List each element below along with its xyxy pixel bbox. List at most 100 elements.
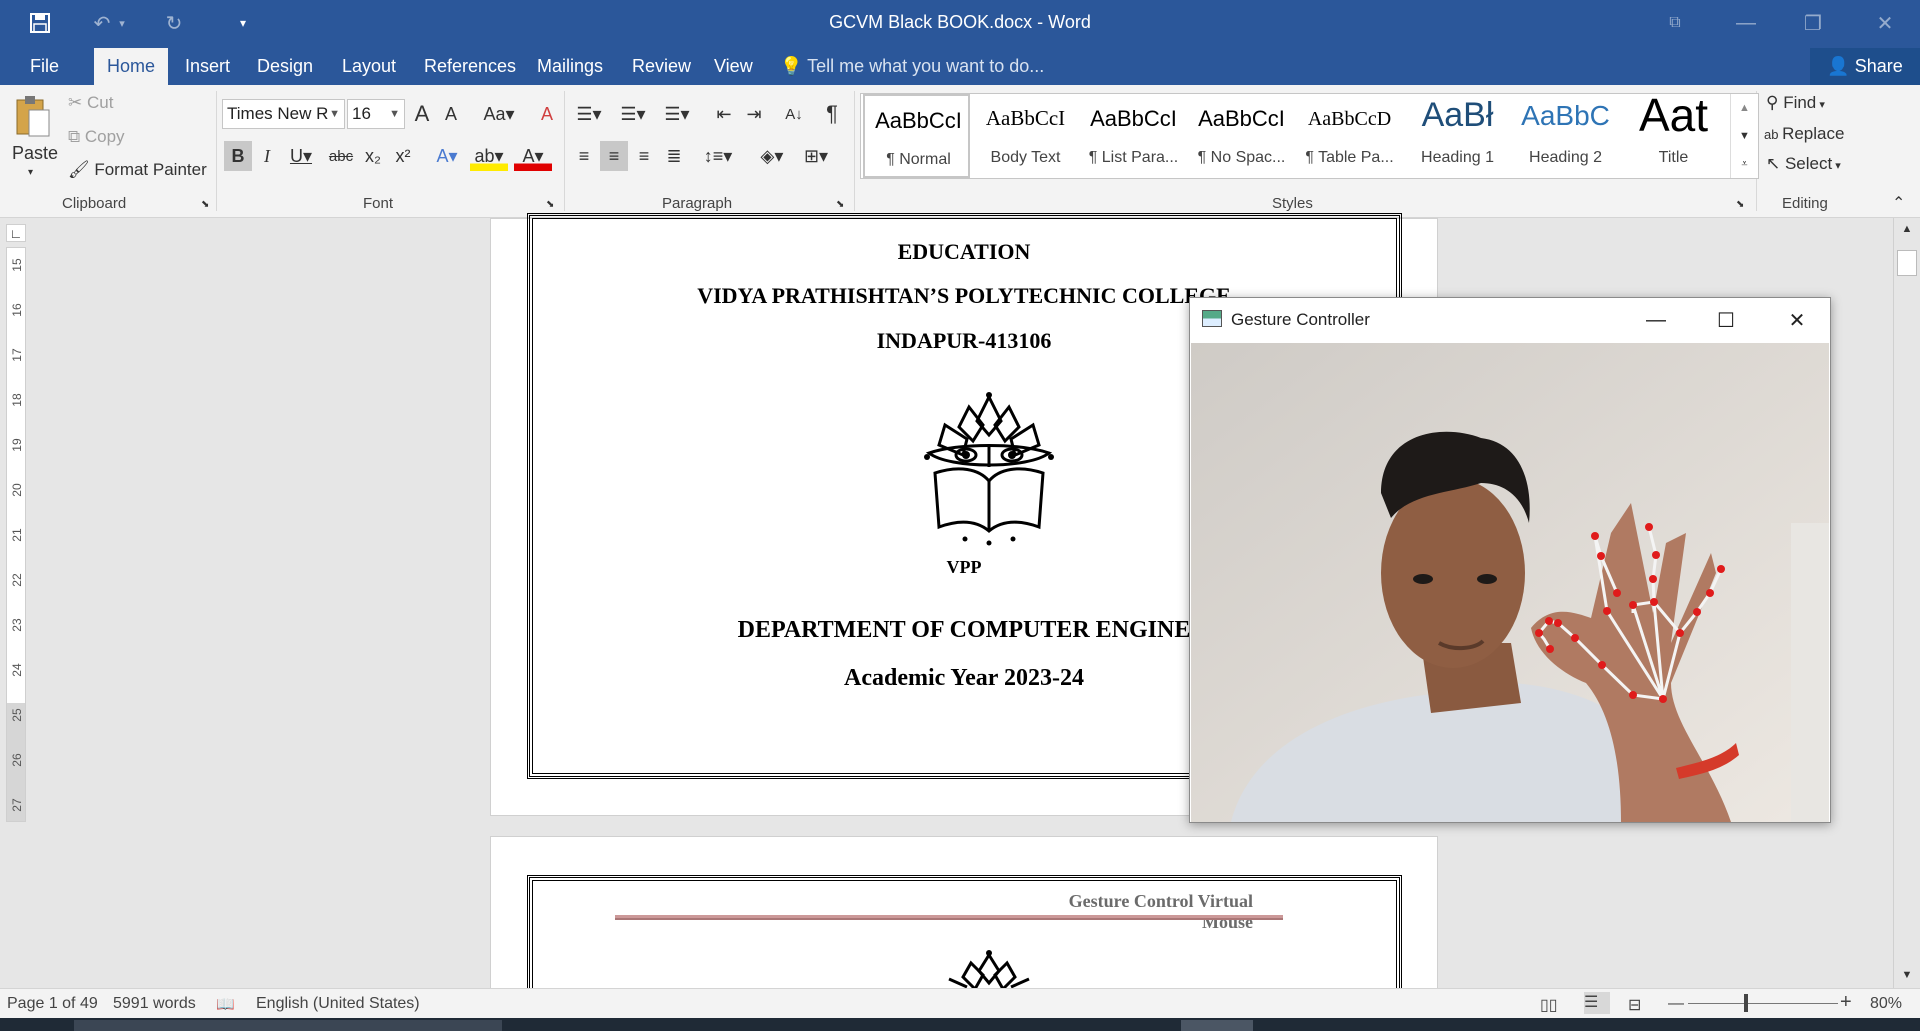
align-center-icon[interactable]: ≡	[600, 141, 628, 171]
zoom-slider[interactable]	[1688, 1003, 1838, 1004]
format-painter-button[interactable]: 🖌 Format Painter	[68, 160, 207, 180]
zoom-in-icon[interactable]: +	[1840, 991, 1852, 1014]
paste-label[interactable]: Paste	[12, 143, 58, 164]
close-icon[interactable]: ✕	[1862, 4, 1908, 42]
restore-icon[interactable]: ❐	[1790, 4, 1836, 42]
cut-button[interactable]: ✂ Cut	[68, 93, 113, 113]
grow-font-icon[interactable]: A	[408, 99, 436, 129]
align-left-icon[interactable]: ≡	[570, 141, 598, 171]
vertical-scrollbar[interactable]: ▲ ▼	[1893, 218, 1920, 988]
tab-home[interactable]: Home	[94, 48, 169, 85]
replace-button[interactable]: ab Replace	[1764, 124, 1844, 144]
styles-more-icon[interactable]: ⩡	[1730, 150, 1758, 178]
select-button[interactable]: ↖ Select ▾	[1766, 154, 1841, 174]
vertical-ruler[interactable]: 15 16 17 18 19 20 21 22 23 24 25 26 27	[6, 247, 26, 822]
read-mode-icon[interactable]: ▯▯	[1540, 995, 1558, 1015]
decrease-indent-icon[interactable]: ⇤	[710, 99, 738, 129]
multilevel-list-icon[interactable]: ☰▾	[658, 99, 696, 129]
bullets-icon[interactable]: ☰▾	[570, 99, 608, 129]
style-list-paragraph[interactable]: AaBbCcI ¶ List Para...	[1080, 94, 1187, 178]
line-spacing-icon[interactable]: ↕≡▾	[698, 141, 738, 171]
clipboard-launcher-icon[interactable]: ⬊	[201, 199, 209, 210]
increase-indent-icon[interactable]: ⇥	[740, 99, 768, 129]
language-status[interactable]: English (United States)	[256, 995, 420, 1013]
style-normal[interactable]: AaBbCcI ¶ Normal	[863, 94, 970, 178]
style-table-paragraph[interactable]: AaBbCcD ¶ Table Pa...	[1296, 94, 1403, 178]
proofing-icon[interactable]: 📖	[216, 995, 235, 1013]
tab-design[interactable]: Design	[245, 48, 325, 85]
tab-layout[interactable]: Layout	[330, 48, 408, 85]
styles-scroll-up-icon[interactable]: ▲	[1730, 94, 1758, 122]
gesture-controller-window[interactable]: Gesture Controller — ☐ ✕	[1189, 297, 1831, 823]
zoom-slider-thumb[interactable]	[1744, 994, 1748, 1012]
document-page[interactable]: Gesture Control Virtual Mouse	[490, 836, 1438, 1005]
highlight-icon[interactable]: ab▾	[470, 141, 508, 171]
justify-icon[interactable]: ≣	[660, 141, 688, 171]
italic-icon[interactable]: I	[254, 141, 280, 171]
replace-icon: ab	[1764, 127, 1783, 142]
shrink-font-icon[interactable]: A	[438, 99, 464, 129]
taskbar-item[interactable]	[74, 1020, 502, 1031]
borders-icon[interactable]: ⊞▾	[796, 141, 836, 171]
zoom-out-icon[interactable]: —	[1668, 995, 1684, 1013]
ruler-tick: 21	[10, 528, 24, 542]
taskbar-item[interactable]	[1181, 1020, 1253, 1031]
ribbon-display-icon[interactable]: ⧉	[1652, 4, 1698, 42]
minimize-icon[interactable]: —	[1723, 4, 1769, 42]
shading-icon[interactable]: ◈▾	[752, 141, 792, 171]
tab-mailings[interactable]: Mailings	[525, 48, 615, 85]
style-body-text[interactable]: AaBbCcI Body Text	[972, 94, 1079, 178]
show-marks-icon[interactable]: ¶	[818, 99, 846, 129]
style-name: Body Text	[990, 149, 1061, 166]
gesture-window-titlebar[interactable]: Gesture Controller — ☐ ✕	[1190, 298, 1830, 343]
scroll-thumb[interactable]	[1897, 250, 1917, 276]
style-heading-1[interactable]: AaBł Heading 1	[1404, 94, 1511, 178]
page-count[interactable]: Page 1 of 49	[7, 995, 98, 1013]
clear-formatting-icon[interactable]: A	[534, 99, 560, 129]
web-layout-icon[interactable]: ⊟	[1628, 995, 1641, 1015]
word-count[interactable]: 5991 words	[113, 995, 196, 1013]
tab-insert[interactable]: Insert	[173, 48, 242, 85]
superscript-icon[interactable]: x²	[390, 141, 416, 171]
font-size-combo[interactable]: 16 ▼	[347, 99, 405, 129]
zoom-level[interactable]: 80%	[1870, 995, 1902, 1013]
scroll-up-icon[interactable]: ▲	[1894, 218, 1920, 240]
collapse-ribbon-icon[interactable]: ⌃	[1892, 193, 1905, 213]
paste-dropdown-icon[interactable]: ▾	[28, 167, 33, 178]
tab-review[interactable]: Review	[620, 48, 703, 85]
style-heading-2[interactable]: AaBbC Heading 2	[1512, 94, 1619, 178]
change-case-icon[interactable]: Aa▾	[478, 99, 520, 129]
font-launcher-icon[interactable]: ⬊	[546, 199, 554, 210]
paste-icon[interactable]	[10, 93, 56, 141]
gesture-minimize-icon[interactable]: —	[1633, 304, 1679, 336]
tab-selector-icon[interactable]: ∟	[6, 224, 26, 242]
font-color-icon[interactable]: A▾	[514, 141, 552, 171]
print-layout-icon[interactable]: ☰	[1584, 992, 1610, 1014]
find-button[interactable]: ⚲ Find ▾	[1766, 93, 1825, 113]
underline-icon[interactable]: U▾	[284, 141, 318, 171]
strikethrough-icon[interactable]: abc	[324, 141, 358, 171]
tell-me-search[interactable]: 💡 Tell me what you want to do...	[780, 48, 1044, 85]
paragraph-launcher-icon[interactable]: ⬊	[836, 199, 844, 210]
font-name-combo[interactable]: Times New R ▼	[222, 99, 345, 129]
tab-references[interactable]: References	[412, 48, 528, 85]
styles-launcher-icon[interactable]: ⬊	[1736, 199, 1744, 210]
scroll-down-icon[interactable]: ▼	[1894, 964, 1920, 986]
styles-scroll-down-icon[interactable]: ▼	[1730, 122, 1758, 150]
style-name: ¶ Table Pa...	[1305, 149, 1394, 166]
text-effects-icon[interactable]: A▾	[428, 141, 466, 171]
sort-icon[interactable]: A↓	[780, 99, 808, 129]
style-no-spacing[interactable]: AaBbCcI ¶ No Spac...	[1188, 94, 1295, 178]
gesture-close-icon[interactable]: ✕	[1774, 304, 1820, 336]
align-right-icon[interactable]: ≡	[630, 141, 658, 171]
tab-file[interactable]: File	[18, 48, 71, 85]
style-title[interactable]: Aat Title	[1620, 89, 1727, 178]
numbering-icon[interactable]: ☰▾	[614, 99, 652, 129]
copy-button[interactable]: ⧉ Copy	[68, 127, 125, 147]
gesture-maximize-icon[interactable]: ☐	[1703, 304, 1749, 336]
subscript-icon[interactable]: x₂	[360, 141, 386, 171]
style-preview: Aat	[1638, 89, 1709, 141]
share-button[interactable]: 👤 Share	[1810, 48, 1920, 85]
tab-view[interactable]: View	[702, 48, 765, 85]
bold-icon[interactable]: B	[224, 141, 252, 171]
